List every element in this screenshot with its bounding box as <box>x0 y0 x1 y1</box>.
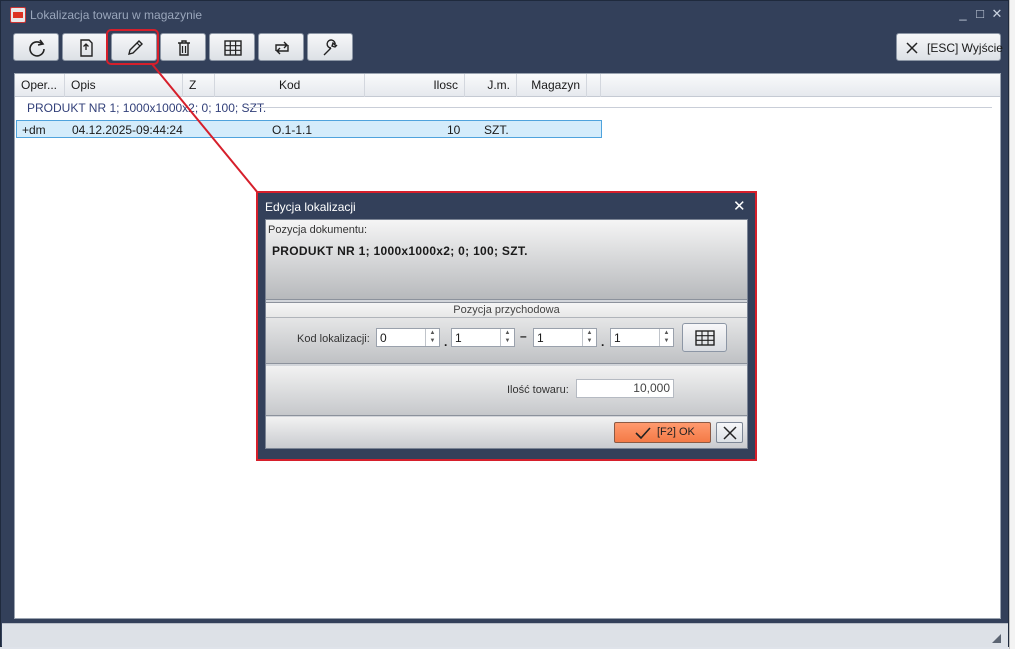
grid-view-button[interactable] <box>209 33 255 61</box>
spin-arrows-icon[interactable]: ▲ ▼ <box>425 329 439 346</box>
code-separator-dot: . <box>444 335 448 349</box>
column-header-ilosc[interactable]: Ilosc <box>365 74 465 97</box>
settings-button[interactable] <box>307 33 353 61</box>
column-header-opis[interactable]: Opis <box>65 74 183 97</box>
status-bar <box>2 623 1008 647</box>
dialog-button-bar: [F2] OK <box>266 417 747 448</box>
close-window-button[interactable]: ✕ <box>988 5 1006 23</box>
location-code-part-3[interactable]: 1 ▲ ▼ <box>533 328 597 347</box>
resize-grip-icon[interactable] <box>992 634 1001 643</box>
grid-icon <box>224 40 242 56</box>
column-header-oper[interactable]: Oper... <box>15 74 65 97</box>
location-code-part-4[interactable]: 1 ▲ ▼ <box>610 328 674 347</box>
new-document-icon <box>80 39 93 57</box>
spin-arrows-icon[interactable]: ▲ ▼ <box>500 329 514 346</box>
exit-button-label: [ESC] Wyjście <box>927 41 1003 55</box>
table-row[interactable]: +dm 04.12.2025-09:44:24 O.1-1.1 10 SZT. <box>16 120 602 138</box>
location-code-part-1-value: 0 <box>380 331 387 345</box>
exit-button[interactable]: [ESC] Wyjście <box>896 33 1003 61</box>
column-header-jm[interactable]: J.m. <box>465 74 517 97</box>
code-separator-dot: . <box>601 335 605 349</box>
dialog-body: Pozycja dokumentu: PRODUKT NR 1; 1000x10… <box>265 219 748 449</box>
refresh-button[interactable] <box>13 33 59 61</box>
ok-button-label: [F2] OK <box>657 426 695 438</box>
ok-button[interactable]: [F2] OK <box>614 422 711 443</box>
dialog-title: Edycja lokalizacji <box>265 200 356 214</box>
location-code-part-1[interactable]: 0 ▲ ▼ <box>376 328 440 347</box>
row-ilosc: 10 <box>447 123 461 137</box>
location-code-part-4-value: 1 <box>614 331 621 345</box>
wrench-icon <box>323 39 338 56</box>
repeat-button[interactable] <box>258 33 304 61</box>
grid-icon <box>695 330 715 346</box>
location-picker-button[interactable] <box>682 323 727 352</box>
column-header-spacer <box>587 74 601 97</box>
delete-button[interactable] <box>160 33 206 61</box>
close-icon <box>906 42 918 54</box>
document-position-label: Pozycja dokumentu: <box>268 224 368 236</box>
cancel-button[interactable] <box>716 422 743 443</box>
row-opis: 04.12.2025-09:44:24 <box>72 123 183 137</box>
column-header-magazyn[interactable]: Magazyn <box>517 74 587 97</box>
edit-location-dialog: Edycja lokalizacji ✕ Pozycja dokumentu: … <box>258 193 755 459</box>
app-logo-icon <box>10 7 26 23</box>
trash-icon <box>178 40 190 56</box>
row-oper: +dm <box>22 123 46 137</box>
spin-arrows-icon[interactable]: ▲ ▼ <box>582 329 596 346</box>
column-header-z[interactable]: Z <box>183 74 215 97</box>
highlight-edit-button <box>106 29 159 65</box>
window-title: Lokalizacja towaru w magazynie <box>30 8 203 22</box>
grid-header: Oper... Opis Z Kod Ilosc J.m. Magazyn <box>15 74 1000 97</box>
close-icon <box>723 426 737 440</box>
spin-arrows-icon[interactable]: ▲ ▼ <box>659 329 673 346</box>
maximize-button[interactable]: □ <box>971 5 989 23</box>
repeat-icon <box>275 41 289 55</box>
receipt-position-title: Pozycja przychodowa <box>266 303 747 318</box>
group-divider <box>247 107 992 108</box>
dialog-close-button[interactable]: ✕ <box>733 197 746 215</box>
code-separator-dash: – <box>520 329 527 343</box>
background-window-edge <box>1009 0 1015 649</box>
receipt-position-panel: Pozycja przychodowa Kod lokalizacji: 0 ▲… <box>266 302 747 364</box>
location-code-label: Kod lokalizacji: <box>297 333 370 345</box>
quantity-label: Ilość towaru: <box>507 384 569 396</box>
column-header-kod[interactable]: Kod <box>215 74 365 97</box>
group-row-label[interactable]: PRODUKT NR 1; 1000x1000x2; 0; 100; SZT. <box>27 101 266 115</box>
new-document-button[interactable] <box>62 33 108 61</box>
location-code-part-3-value: 1 <box>537 331 544 345</box>
refresh-icon <box>29 39 45 57</box>
checkmark-icon <box>635 427 651 439</box>
quantity-panel: Ilość towaru: 10,000 <box>266 366 747 416</box>
quantity-field[interactable]: 10,000 <box>576 379 674 398</box>
location-code-part-2-value: 1 <box>455 331 462 345</box>
row-jm: SZT. <box>484 123 509 137</box>
location-code-part-2[interactable]: 1 ▲ ▼ <box>451 328 515 347</box>
row-kod: O.1-1.1 <box>272 123 313 137</box>
document-position-panel: Pozycja dokumentu: PRODUKT NR 1; 1000x10… <box>266 220 747 300</box>
minimize-button[interactable]: _ <box>954 5 972 23</box>
product-description: PRODUKT NR 1; 1000x1000x2; 0; 100; SZT. <box>272 244 528 258</box>
title-bar: Lokalizacja towaru w magazynie _ □ ✕ <box>1 1 1008 29</box>
